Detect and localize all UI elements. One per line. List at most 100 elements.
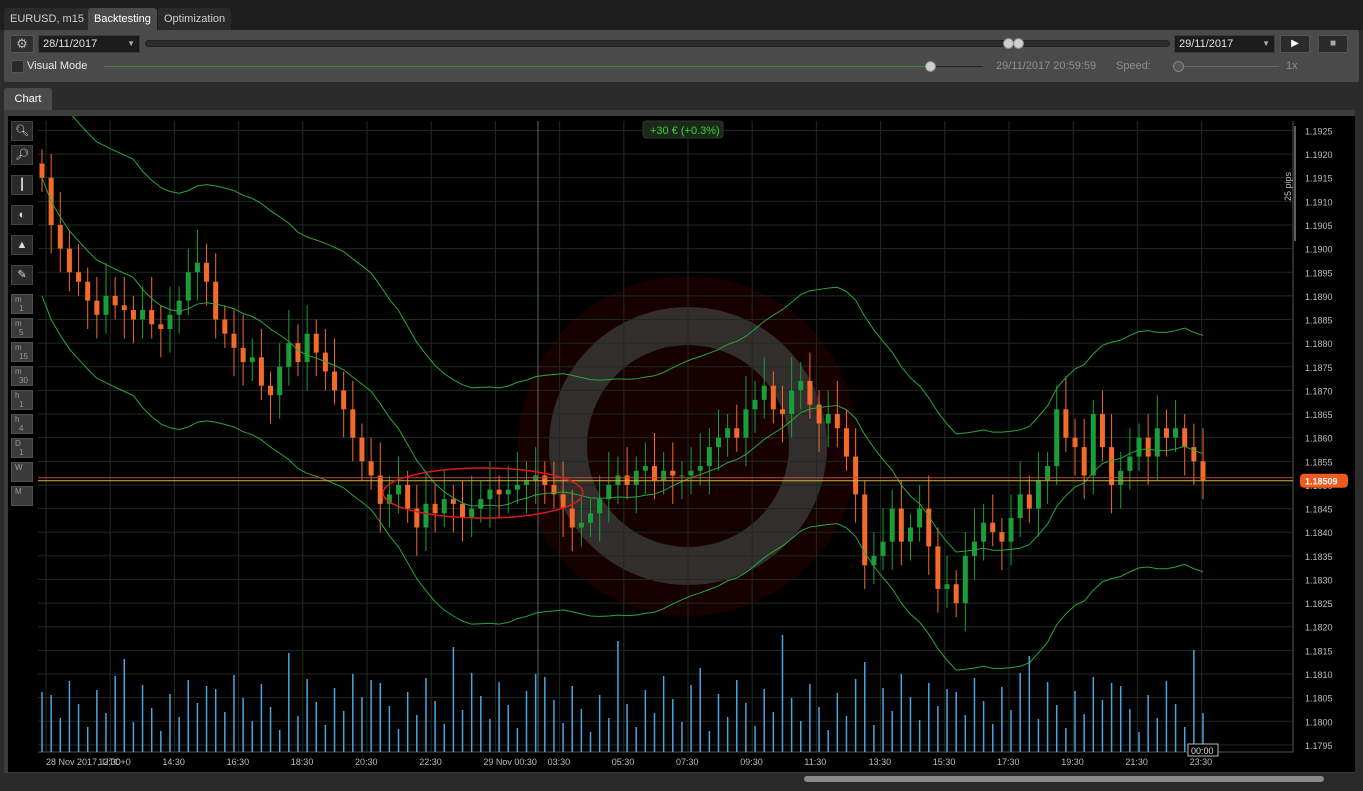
y-tick-label: 1.1805	[1305, 694, 1333, 704]
candle-body	[487, 489, 493, 500]
y-tick-label: 1.1800	[1305, 717, 1333, 727]
indicators-icon[interactable]: ▲	[11, 235, 33, 255]
timeframe-value: 1	[19, 448, 24, 457]
candle-body	[597, 499, 603, 514]
candle-body	[194, 262, 200, 273]
timeframe-unit: m	[15, 343, 22, 352]
timeframe-button[interactable]: D1	[11, 438, 33, 458]
candle-body	[761, 385, 767, 400]
timeframe-button[interactable]: W	[11, 462, 33, 482]
candle-body	[103, 295, 109, 315]
candle-body	[1026, 494, 1032, 509]
timeframe-button[interactable]: M	[11, 486, 33, 506]
zoom-out-icon[interactable]: 🔎︎	[11, 145, 33, 165]
x-tick-label: 15:30	[933, 757, 956, 767]
candle-body	[1182, 428, 1188, 448]
candle-body	[432, 503, 438, 514]
candle-body	[706, 447, 712, 467]
candle-body	[396, 484, 402, 495]
candle-body	[1173, 428, 1179, 438]
timeframe-unit: h	[15, 391, 20, 400]
profit-label: +30 € (+0.3%)	[650, 125, 720, 137]
x-tick-label: 03:30	[548, 757, 571, 767]
backtesting-toolbar: ⚙ 28/11/2017 ▼ 29/11/2017 ▼ ▶ ■ Visual Mod…	[4, 30, 1359, 82]
speed-handle[interactable]	[1173, 61, 1184, 72]
y-tick-label: 1.1895	[1305, 268, 1333, 278]
chart-scrollbar[interactable]	[4, 773, 1355, 785]
settings-icon[interactable]: ✎	[11, 265, 33, 285]
chart-type-icon[interactable]: ┃	[11, 175, 33, 195]
candle-body	[1063, 409, 1069, 438]
range-end-handle[interactable]	[1013, 38, 1024, 49]
candle-body	[1145, 437, 1151, 457]
timeframe-button[interactable]: m1	[11, 294, 33, 314]
candle-body	[578, 522, 584, 528]
y-tick-label: 1.1915	[1305, 174, 1333, 184]
candle-body	[496, 489, 502, 495]
y-tick-label: 1.1845	[1305, 505, 1333, 515]
timeframe-button[interactable]: m 30	[11, 366, 33, 386]
speed-slider[interactable]	[1179, 66, 1279, 67]
candle-body	[1081, 447, 1087, 476]
y-tick-label: 1.1835	[1305, 552, 1333, 562]
candle-body	[898, 508, 904, 542]
y-tick-label: 1.1920	[1305, 150, 1333, 160]
candle-body	[789, 390, 795, 415]
progress-handle[interactable]	[925, 61, 936, 72]
timeframe-button[interactable]: h1	[11, 390, 33, 410]
candle-body	[514, 484, 520, 490]
x-tick-label: 12:30	[98, 757, 121, 767]
candle-body	[341, 390, 347, 410]
speed-label: Speed:	[1116, 60, 1151, 72]
start-date-select[interactable]: 28/11/2017 ▼	[38, 35, 140, 53]
timeframe-button[interactable]: m5	[11, 318, 33, 338]
zoom-in-icon[interactable]: 🔍︎	[11, 121, 33, 141]
date-range-slider[interactable]	[145, 38, 1170, 49]
candle-body	[661, 470, 667, 481]
candle-body	[478, 499, 484, 509]
candle-body	[249, 357, 255, 363]
end-date-select[interactable]: 29/11/2017 ▼	[1174, 35, 1275, 53]
tab-symbol[interactable]: EURUSD, m15	[4, 8, 90, 30]
scrollbar-thumb[interactable]	[804, 776, 1324, 782]
gear-icon[interactable]: ⚙	[10, 35, 34, 53]
timeframe-button[interactable]: h4	[11, 414, 33, 434]
play-button[interactable]: ▶	[1280, 35, 1310, 53]
tab-optimization[interactable]: Optimization	[158, 8, 232, 30]
candle-body	[158, 324, 164, 329]
y-tick-label: 1.1900	[1305, 245, 1333, 255]
timeframe-value: 30	[19, 376, 28, 385]
candle-body	[752, 399, 758, 410]
x-tick-label: 05:30	[612, 757, 635, 767]
candle-body	[57, 224, 63, 249]
candle-body	[880, 541, 886, 556]
progress-line	[104, 66, 931, 67]
timeframe-value: 5	[19, 328, 24, 337]
candle-body	[213, 281, 219, 320]
candle-body	[990, 522, 996, 533]
timeframe-button[interactable]: m 15	[11, 342, 33, 362]
candle-body	[944, 584, 950, 589]
candle-body	[962, 555, 968, 604]
candle-body	[204, 262, 210, 282]
chart-area[interactable]: 1.1925 1.1920 1.1915 1.1910 1.1905 1.1900 1.18…	[8, 59, 1355, 772]
tab-chart[interactable]: Chart	[4, 88, 52, 110]
candle-body	[825, 414, 831, 424]
visual-mode-checkbox[interactable]	[11, 60, 24, 73]
candle-body	[953, 584, 959, 604]
candle-body	[39, 163, 45, 178]
stop-button[interactable]: ■	[1318, 35, 1348, 53]
x-tick-label: 29 Nov 00:30	[483, 757, 537, 767]
y-tick-label: 1.1825	[1305, 599, 1333, 609]
tab-backtesting[interactable]: Backtesting	[88, 8, 157, 30]
speed-value: 1x	[1286, 60, 1298, 72]
y-tick-label: 1.1820	[1305, 623, 1333, 633]
candle-body	[130, 310, 136, 320]
x-tick-label: 22:30	[419, 757, 442, 767]
x-tick-label: 18:30	[291, 757, 314, 767]
objects-icon[interactable]: ◐	[11, 205, 33, 225]
x-tick-label: 21:30	[1125, 757, 1148, 767]
play-icon: ▶	[1291, 38, 1299, 49]
price-chart[interactable]: 1.1925 1.1920 1.1915 1.1910 1.1905 1.1900 1.18…	[8, 59, 1355, 772]
candle-body	[560, 494, 566, 509]
